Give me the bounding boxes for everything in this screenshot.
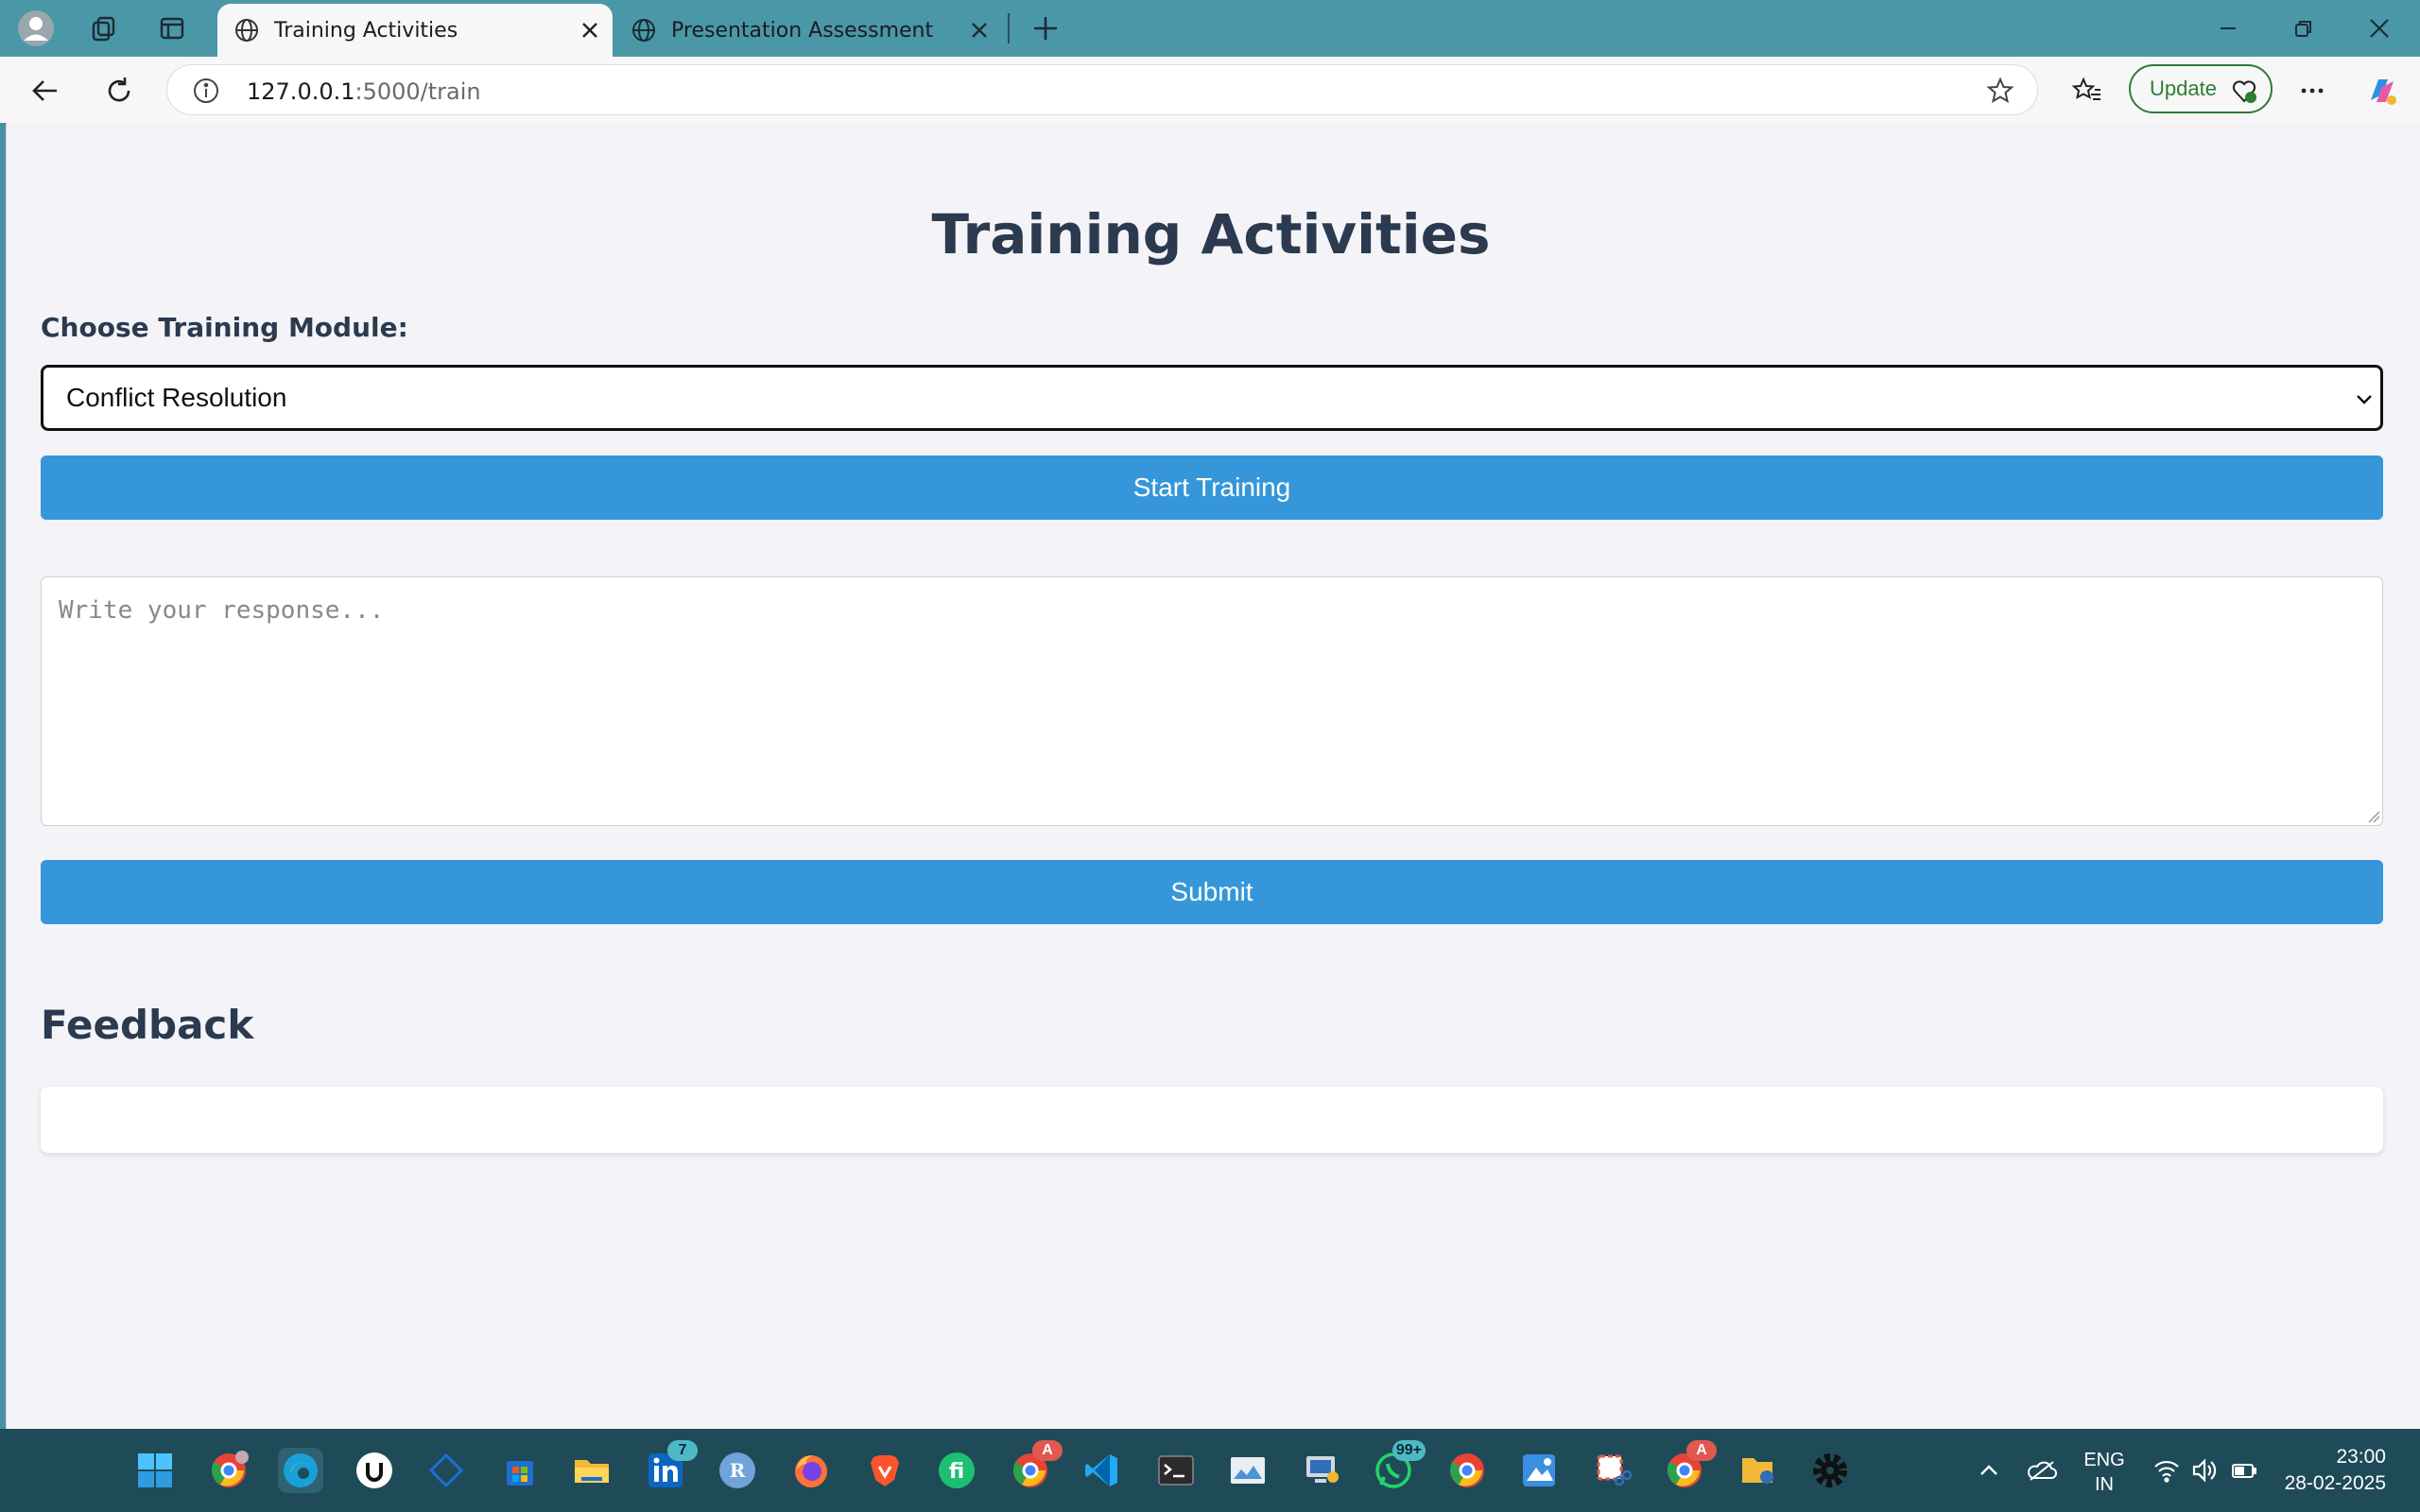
udemy-icon[interactable]: [352, 1448, 397, 1493]
photos-icon[interactable]: [1225, 1448, 1270, 1493]
reload-icon[interactable]: [98, 70, 140, 112]
chrome-a-icon[interactable]: A: [1008, 1440, 1063, 1493]
battery-icon[interactable]: [2221, 1448, 2267, 1493]
snipping-tool-icon[interactable]: [1590, 1448, 1635, 1493]
close-window-icon[interactable]: [2358, 9, 2401, 47]
chrome-profile-badge: A: [1686, 1440, 1717, 1461]
chevron-up-icon[interactable]: [1966, 1448, 2012, 1493]
edge-icon[interactable]: [278, 1448, 323, 1493]
vscode-icon[interactable]: [1080, 1448, 1125, 1493]
feedback-box: [41, 1087, 2383, 1153]
chevron-down-icon: [2357, 395, 2372, 404]
settings-icon[interactable]: [1807, 1448, 1853, 1493]
chrome-profile-badge: A: [1032, 1440, 1063, 1461]
network-app-icon[interactable]: [1299, 1448, 1344, 1493]
file-explorer-icon[interactable]: [569, 1448, 614, 1493]
favorite-star-icon[interactable]: [1986, 77, 2014, 105]
url-host: 127.0.0.1: [247, 78, 355, 105]
tab-divider: [1008, 13, 1010, 43]
tab-title: Training Activities: [274, 18, 458, 43]
globe-icon: [233, 16, 261, 44]
vscode-alt-icon[interactable]: [424, 1448, 469, 1493]
more-options-icon[interactable]: [2291, 70, 2333, 112]
url-path: :5000/train: [354, 78, 481, 105]
new-tab-icon[interactable]: [1027, 9, 1064, 47]
chrome-profile-icon[interactable]: [206, 1448, 251, 1493]
windows-start-icon[interactable]: [132, 1448, 178, 1493]
region-code: IN: [2095, 1474, 2114, 1495]
file-manager-icon[interactable]: [1736, 1448, 1781, 1493]
favorites-icon[interactable]: [2066, 70, 2108, 112]
response-placeholder: Write your response...: [59, 596, 385, 625]
response-textarea[interactable]: Write your response...: [41, 576, 2383, 826]
tab-strip: Training Activities Presentation Assessm…: [0, 0, 2420, 57]
whatsapp-badge: 99+: [1392, 1440, 1426, 1461]
linkedin-badge: 7: [667, 1440, 698, 1461]
browser-toolbar: 127.0.0.1:5000/train Update: [0, 57, 2420, 123]
address-bar[interactable]: 127.0.0.1:5000/train: [166, 64, 2038, 115]
feedback-heading: Feedback: [41, 1002, 254, 1048]
module-select[interactable]: Conflict Resolution: [41, 365, 2383, 431]
onedrive-icon[interactable]: [2019, 1448, 2065, 1493]
svg-text:fi: fi: [949, 1460, 964, 1484]
tab-title: Presentation Assessment: [671, 18, 934, 43]
start-training-button[interactable]: Start Training: [41, 455, 2383, 520]
clock-time: 23:00: [2336, 1446, 2386, 1468]
url-text: 127.0.0.1:5000/train: [247, 78, 481, 105]
tab-presentation-assessment[interactable]: Presentation Assessment: [614, 4, 1002, 57]
back-icon[interactable]: [25, 70, 66, 112]
taskbar: 7 R fi A 99+ A ENG IN 23:00 28-02-2025: [0, 1429, 2420, 1512]
submit-button[interactable]: Submit: [41, 860, 2383, 924]
site-info-icon[interactable]: [192, 77, 220, 105]
module-label: Choose Training Module:: [41, 312, 408, 343]
restore-icon[interactable]: [2282, 9, 2325, 47]
page-content: Training Activities Choose Training Modu…: [6, 123, 2420, 1429]
fiverr-icon[interactable]: fi: [934, 1448, 979, 1493]
minimize-icon[interactable]: [2206, 9, 2250, 47]
paint-icon[interactable]: [1516, 1448, 1562, 1493]
resize-grip-icon[interactable]: [2365, 808, 2380, 823]
profile-avatar-icon[interactable]: [17, 9, 55, 47]
language-indicator[interactable]: ENG IN: [2076, 1448, 2133, 1497]
browser-essentials-icon: [2232, 80, 2256, 103]
clock-date: 28-02-2025: [2284, 1472, 2386, 1494]
workspaces-icon[interactable]: [85, 9, 123, 47]
chrome-b-icon[interactable]: A: [1662, 1440, 1717, 1493]
clock[interactable]: 23:00 28-02-2025: [2285, 1444, 2386, 1497]
tab-actions-icon[interactable]: [153, 9, 191, 47]
globe-icon: [630, 16, 658, 44]
copilot-icon[interactable]: [2361, 70, 2403, 112]
r-app-icon[interactable]: R: [715, 1448, 760, 1493]
brave-icon[interactable]: [862, 1448, 908, 1493]
update-label: Update: [2150, 77, 2217, 100]
tab-training-activities[interactable]: Training Activities: [217, 4, 613, 57]
svg-text:R: R: [730, 1459, 746, 1482]
close-tab-icon[interactable]: [577, 17, 603, 43]
volume-icon[interactable]: [2182, 1448, 2227, 1493]
linkedin-icon[interactable]: 7: [643, 1440, 698, 1493]
close-tab-icon[interactable]: [966, 17, 993, 43]
whatsapp-icon[interactable]: 99+: [1371, 1440, 1426, 1493]
update-button[interactable]: Update: [2129, 64, 2273, 113]
chrome-icon[interactable]: [1444, 1448, 1490, 1493]
module-select-value: Conflict Resolution: [66, 383, 287, 412]
page-title: Training Activities: [931, 202, 1491, 266]
terminal-icon[interactable]: [1153, 1448, 1199, 1493]
microsoft-store-icon[interactable]: [497, 1448, 543, 1493]
firefox-icon[interactable]: [788, 1448, 834, 1493]
language-code: ENG: [2083, 1450, 2125, 1470]
